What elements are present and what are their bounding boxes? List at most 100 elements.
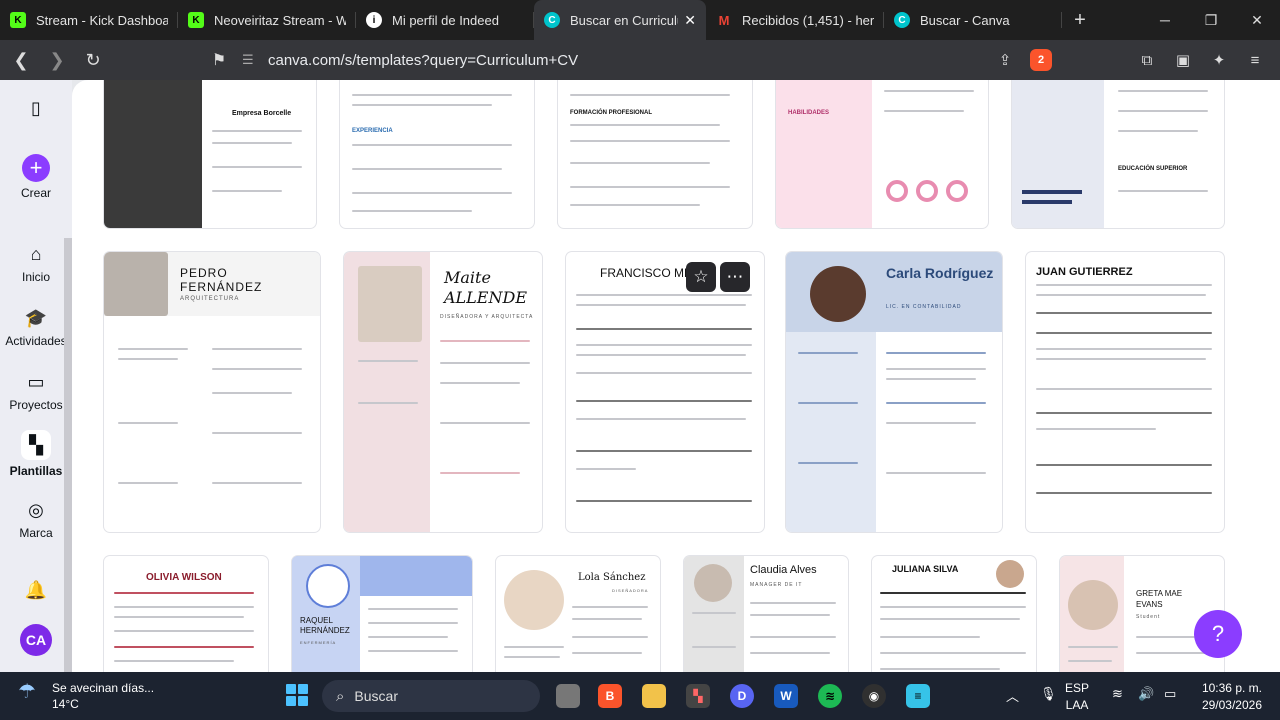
minimize-icon[interactable]: ─ — [1142, 0, 1188, 40]
menu-icon[interactable]: ≡ — [1240, 46, 1270, 74]
canva-favicon-icon: C — [544, 12, 560, 28]
rain-cloud-icon: ☂ — [18, 681, 36, 703]
tab-canva-search[interactable]: C Buscar - Canva — [884, 0, 1062, 40]
sidebar-item-label: Proyectos — [9, 398, 63, 412]
tab-kick-dashboard[interactable]: K Stream - Kick Dashboard — [0, 0, 178, 40]
new-tab-button[interactable]: + — [1062, 9, 1098, 32]
scrollbar[interactable] — [64, 238, 72, 678]
plus-icon: + — [22, 154, 50, 182]
bookmark-icon[interactable]: ⚑ — [204, 45, 234, 75]
template-name: OLIVIA WILSON — [146, 572, 222, 583]
folder-icon: ▭ — [27, 371, 45, 392]
more-options-icon[interactable]: ⋯ — [720, 262, 750, 292]
file-explorer-icon[interactable] — [556, 684, 580, 708]
template-snippet: HABILIDADES — [788, 110, 830, 116]
brave-badge: 2 — [1037, 54, 1045, 66]
template-card-raquel-hernandez[interactable]: RAQUEL HERNÁNDEZ ENFERMERÍA — [292, 556, 472, 672]
address-bar[interactable]: ☰ canva.com/s/templates?query=Curriculum… — [232, 44, 1002, 76]
snipping-tool-icon[interactable]: ▚ — [686, 684, 710, 708]
obs-icon[interactable]: ◉ — [862, 684, 886, 708]
leo-ai-icon[interactable]: ✦ — [1204, 46, 1234, 74]
photo — [104, 252, 168, 316]
user-avatar[interactable]: CA — [20, 624, 52, 656]
search-placeholder: Buscar — [354, 688, 398, 704]
sidebar-item-actividades[interactable]: 🎓 Actividades — [0, 306, 72, 349]
tab-canva-curriculum-active[interactable]: C Buscar en Curriculum ✕ — [534, 0, 706, 40]
tab-gmail-inbox[interactable]: M Recibidos (1,451) - herm — [706, 0, 884, 40]
sidebar-item-inicio[interactable]: ⌂ Inicio — [0, 242, 72, 285]
brave-browser-icon[interactable]: B — [598, 684, 622, 708]
extensions-icon[interactable]: ⧉ — [1132, 46, 1162, 74]
tab-indeed-profile[interactable]: i Mi perfil de Indeed — [356, 0, 534, 40]
word-icon[interactable]: W — [774, 684, 798, 708]
close-tab-icon[interactable]: ✕ — [684, 12, 696, 29]
tab-title: Buscar en Curriculum — [570, 12, 678, 28]
language-indicator[interactable]: ESP LAA — [1065, 680, 1089, 714]
sidebar-item-proyectos[interactable]: ▭ Proyectos — [0, 370, 72, 413]
template-card-pedro-fernandez[interactable]: PEDRO FERNÁNDEZ ARQUITECTURA — [104, 252, 320, 532]
template-name: JUAN GUTIERREZ — [1036, 266, 1133, 278]
tab-title: Buscar - Canva — [920, 12, 1010, 28]
template-card[interactable]: HABILIDADES — [776, 80, 988, 228]
brave-shields-icon[interactable]: 2 — [1030, 49, 1052, 71]
templates-grid: Empresa Borcelle EXPERIENCIA FORMACIÓN P… — [72, 80, 1280, 672]
favorite-star-icon[interactable]: ☆ — [686, 262, 716, 292]
template-role: MANAGER DE IT — [750, 582, 803, 588]
template-card-olivia-wilson[interactable]: OLIVIA WILSON — [104, 556, 268, 672]
template-role: ARQUITECTURA — [180, 296, 240, 302]
photo — [810, 266, 866, 322]
discord-icon[interactable]: D — [730, 684, 754, 708]
wifi-icon[interactable]: ≋ — [1112, 686, 1123, 702]
back-icon[interactable]: ❮ — [6, 45, 36, 75]
template-card[interactable]: EDUCACIÓN SUPERIOR — [1012, 80, 1224, 228]
tray-chevron-icon[interactable]: ︿ — [1006, 686, 1019, 705]
browser-tab-bar: K Stream - Kick Dashboard K Neoveiritaz … — [0, 0, 1280, 40]
system-clock[interactable]: 10:36 p. m. 29/03/2026 — [1202, 680, 1262, 714]
template-card-maite-allende[interactable]: Maite ALLENDE DISEÑADORA Y ARQUITECTA — [344, 252, 542, 532]
notepad-icon[interactable]: ≡ — [906, 684, 930, 708]
start-windows-icon[interactable] — [286, 684, 308, 706]
sidebar-item-marca[interactable]: ◎ Marca — [0, 498, 72, 541]
template-role: LIC. EN CONTABILIDAD — [886, 304, 962, 310]
template-name: Maite ALLENDE — [444, 268, 527, 307]
sidebar-item-label: Crear — [20, 186, 51, 200]
reading-mode-icon[interactable]: ▣ — [1168, 46, 1198, 74]
tab-title: Mi perfil de Indeed — [392, 12, 499, 28]
template-card-francisco[interactable]: FRANCISCO ME — [566, 252, 764, 532]
template-card-carla-rodriguez[interactable]: Carla Rodríguez LIC. EN CONTABILIDAD — [786, 252, 1002, 532]
battery-icon[interactable]: ▭ — [1164, 686, 1176, 702]
spotify-icon[interactable]: ≋ — [818, 684, 842, 708]
site-settings-icon[interactable]: ☰ — [242, 52, 258, 68]
template-card[interactable]: Empresa Borcelle — [104, 80, 316, 228]
microphone-icon[interactable]: 🎙 — [1040, 686, 1057, 702]
photo — [694, 564, 732, 602]
sidebar-item-plantillas[interactable]: ▚ Plantillas — [0, 430, 72, 478]
tab-title: Recibidos (1,451) - herm — [742, 12, 874, 28]
template-name: Carla Rodríguez — [886, 265, 994, 281]
sidebar-toggle-icon[interactable]: ▯ — [0, 96, 72, 124]
taskbar-search[interactable]: ⌕ Buscar — [322, 680, 540, 712]
notifications-bell-icon[interactable]: 🔔 — [0, 578, 72, 606]
template-card-juan-gutierrez[interactable]: JUAN GUTIERREZ — [1026, 252, 1224, 532]
close-window-icon[interactable]: ✕ — [1234, 0, 1280, 40]
template-card[interactable]: FORMACIÓN PROFESIONAL — [558, 80, 752, 228]
folder-app-icon[interactable] — [642, 684, 666, 708]
tab-neoveiritaz-stream[interactable]: K Neoveiritaz Stream - Wa — [178, 0, 356, 40]
template-card-greta-mae-evans[interactable]: GRETA MAE EVANS Student — [1060, 556, 1224, 672]
url-text: canva.com/s/templates?query=Curriculum+C… — [268, 51, 579, 69]
canva-favicon-icon: C — [894, 12, 910, 28]
restore-icon[interactable]: ❐ — [1188, 0, 1234, 40]
template-card-lola-sanchez[interactable]: Lola Sánchez DISEÑADORA — [496, 556, 660, 672]
template-card[interactable]: EXPERIENCIA — [340, 80, 534, 228]
template-name: GRETA MAE EVANS — [1136, 589, 1183, 609]
templates-icon: ▚ — [21, 430, 51, 460]
reload-icon[interactable]: ↻ — [78, 45, 108, 75]
share-icon[interactable]: ⇪ — [990, 46, 1020, 74]
volume-icon[interactable]: 🔊 — [1138, 686, 1154, 702]
sidebar-item-crear[interactable]: + Crear — [0, 154, 72, 200]
template-card-claudia-alves[interactable]: Claudia Alves MANAGER DE IT — [684, 556, 848, 672]
forward-icon[interactable]: ❯ — [42, 45, 72, 75]
help-button[interactable]: ? — [1194, 610, 1242, 658]
tab-title: Neoveiritaz Stream - Wa — [214, 12, 346, 28]
template-card-juliana-silva[interactable]: JULIANA SILVA — [872, 556, 1036, 672]
